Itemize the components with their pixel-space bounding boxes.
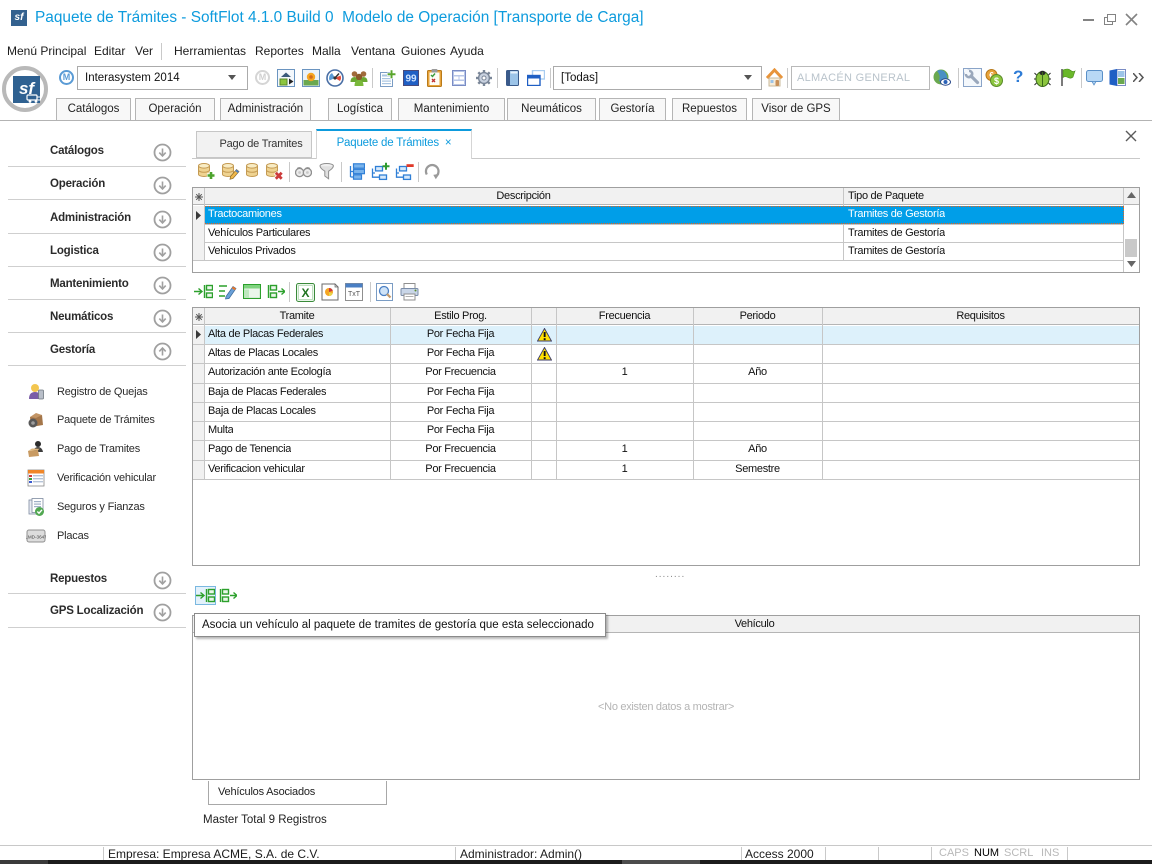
svg-text:X: X: [301, 286, 309, 300]
svg-text:$: $: [994, 76, 999, 86]
svg-text:LMD-3647: LMD-3647: [26, 535, 46, 540]
svg-text:TxT: TxT: [348, 291, 361, 298]
svg-text:99: 99: [405, 74, 417, 85]
